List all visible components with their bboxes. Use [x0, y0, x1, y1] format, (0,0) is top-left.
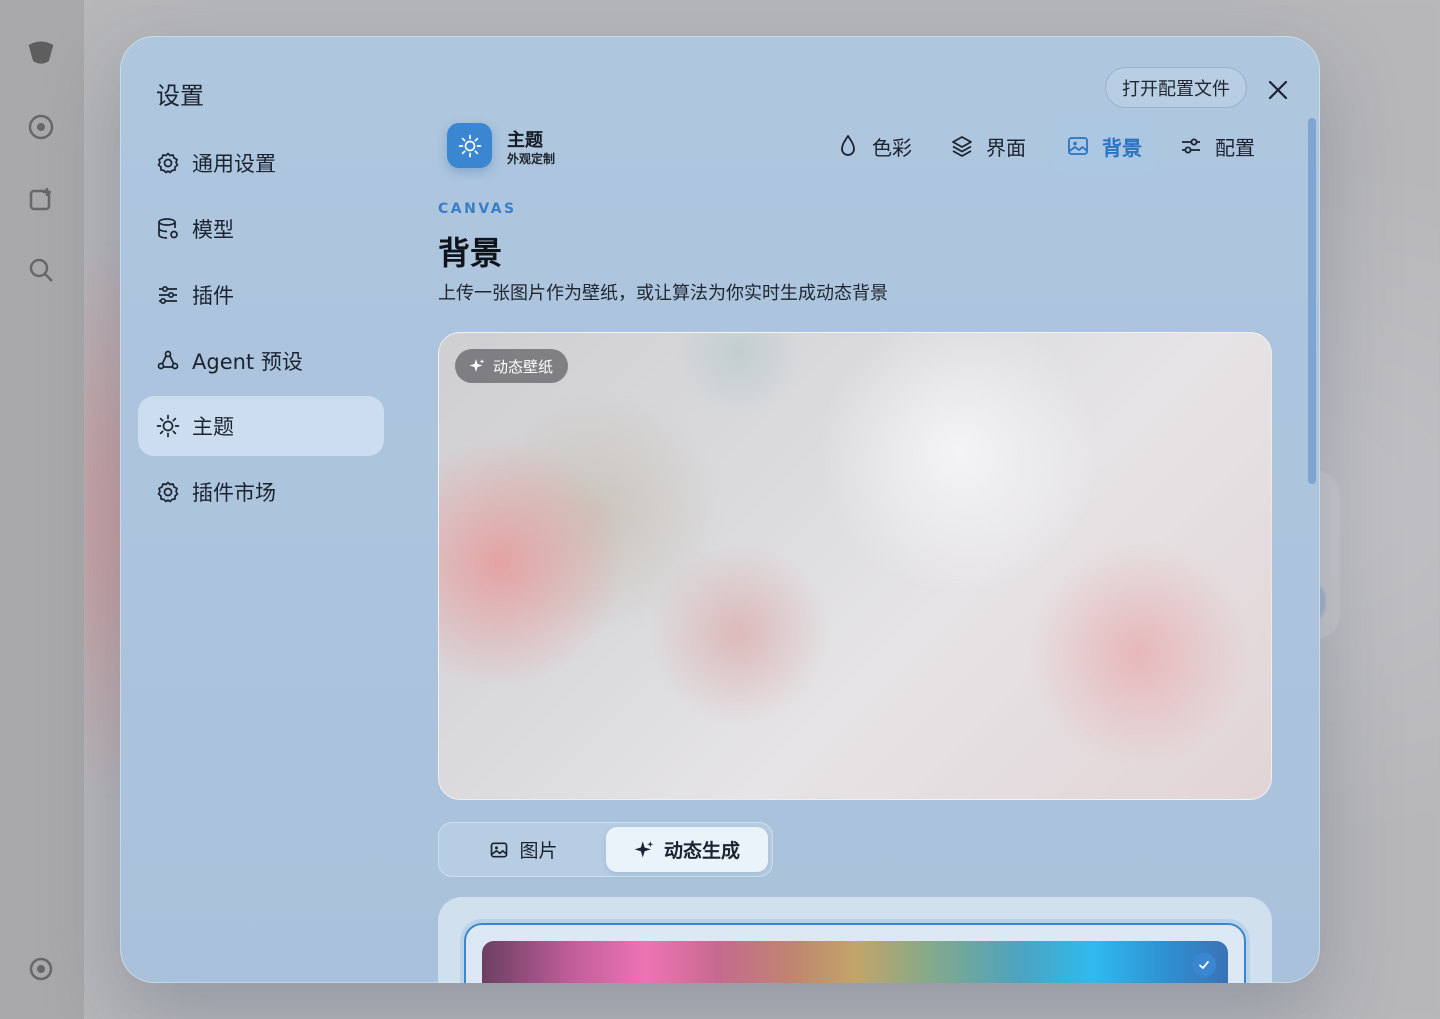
tab-label: 界面	[986, 135, 1026, 160]
theme-tabs: 色彩 界面 背景 配置	[120, 116, 1320, 176]
open-config-button[interactable]: 打开配置文件	[1105, 67, 1247, 108]
mode-image-button[interactable]: 图片	[443, 827, 604, 872]
scrollbar-thumb[interactable]	[1308, 118, 1316, 484]
preview-tag: 动态壁纸	[455, 349, 569, 383]
tab-background[interactable]: 背景	[1052, 116, 1156, 176]
agent-icon	[156, 349, 180, 373]
dynamic-presets-card	[438, 897, 1272, 983]
background-rail	[0, 0, 84, 1019]
tab-label: 色彩	[872, 135, 912, 160]
mode-dynamic-label: 动态生成	[663, 840, 740, 862]
mode-dynamic-button[interactable]: 动态生成	[606, 827, 768, 872]
sun-icon	[156, 414, 180, 438]
tab-label: 配置	[1215, 135, 1255, 160]
close-icon	[1268, 80, 1288, 100]
sidebar-item-label: 模型	[192, 218, 234, 242]
sidebar-item-theme[interactable]: 主题	[138, 396, 384, 456]
gear-icon	[156, 480, 180, 504]
sparkle-icon	[634, 840, 654, 860]
logo-icon	[26, 38, 56, 68]
sparkle-icon	[469, 358, 485, 374]
sidebar-item-plugin-market[interactable]: 插件市场	[138, 462, 384, 522]
sidebar-item-label: 主题	[192, 415, 234, 439]
gradient-preview	[482, 941, 1228, 983]
sidebar-item-label: 插件市场	[192, 481, 276, 505]
sidebar-item-label: 插件	[192, 284, 234, 308]
settings-modal: 设置 打开配置文件 通用设置 模型 插件 Agent 预设 主题 插件市场 主题…	[120, 36, 1320, 983]
tab-interface[interactable]: 界面	[936, 116, 1040, 176]
preview-tag-label: 动态壁纸	[493, 357, 554, 376]
search-icon	[26, 255, 56, 285]
background-mode-toggle: 图片 动态生成	[438, 822, 773, 877]
tab-config[interactable]: 配置	[1165, 116, 1269, 176]
dynamic-preset-option[interactable]	[464, 923, 1246, 983]
background-preview: 动态壁纸	[438, 332, 1272, 800]
tab-label: 背景	[1102, 135, 1142, 160]
section-title: 背景	[438, 234, 503, 272]
sidebar-item-plugins[interactable]: 插件	[138, 265, 384, 325]
check-icon	[1192, 953, 1216, 977]
database-icon	[156, 217, 180, 241]
section-eyebrow: CANVAS	[438, 201, 517, 217]
sliders-icon	[1179, 134, 1203, 158]
image-icon	[489, 840, 509, 860]
section-description: 上传一张图片作为壁纸，或让算法为你实时生成动态背景	[438, 283, 888, 304]
close-button[interactable]	[1262, 74, 1294, 106]
image-icon	[1066, 134, 1090, 158]
layers-icon	[950, 134, 974, 158]
modal-title: 设置	[156, 82, 204, 110]
droplet-icon	[836, 134, 860, 158]
tab-color[interactable]: 色彩	[822, 116, 926, 176]
sidebar-item-models[interactable]: 模型	[138, 199, 384, 259]
sliders-icon	[156, 283, 180, 307]
mode-image-label: 图片	[519, 840, 558, 862]
new-chat-icon	[26, 184, 56, 214]
settings-icon	[26, 954, 56, 984]
sidebar-item-agent-presets[interactable]: Agent 预设	[138, 331, 384, 391]
circle-icon	[26, 112, 56, 142]
sidebar-item-label: Agent 预设	[192, 350, 303, 374]
